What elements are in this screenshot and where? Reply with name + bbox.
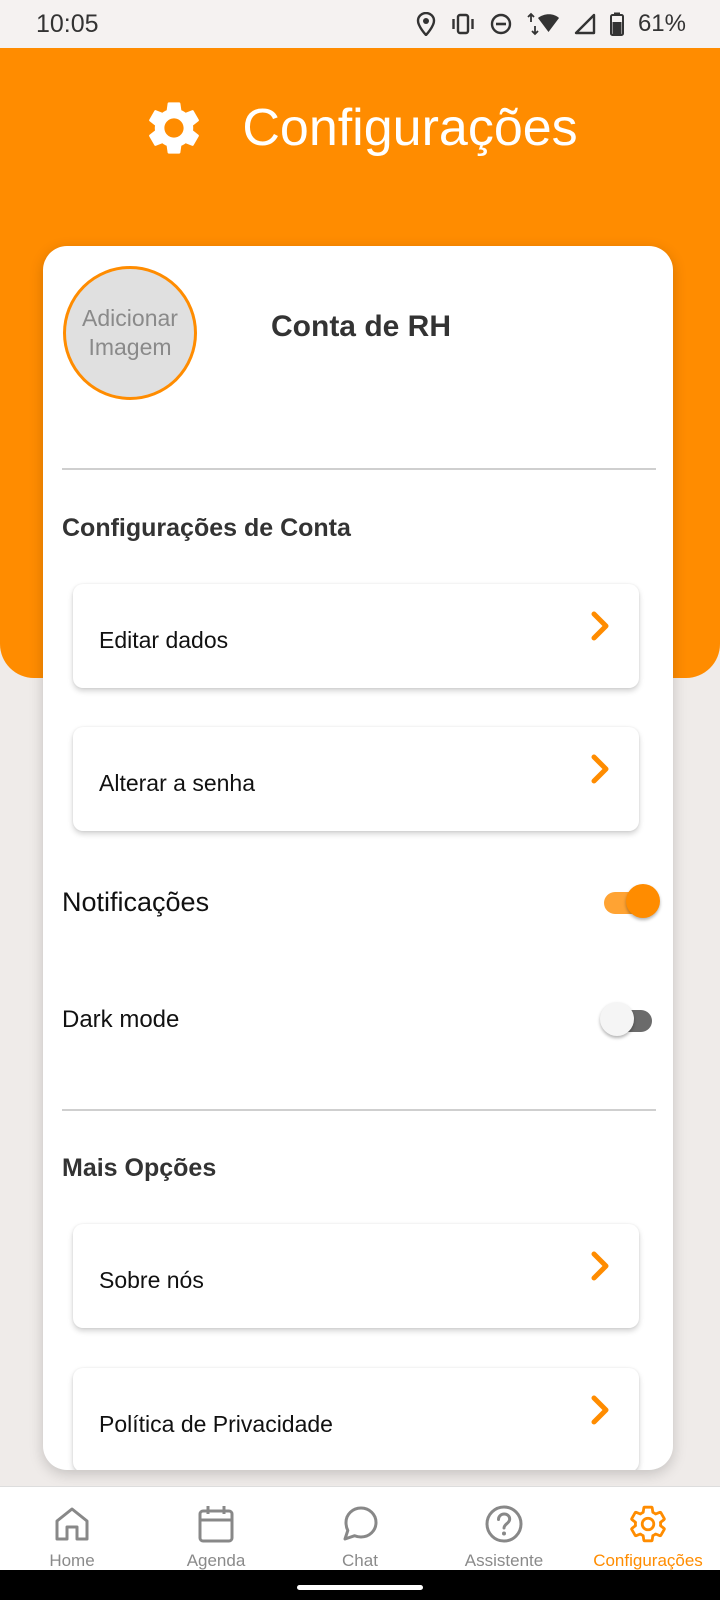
toggle-thumb [600,1002,634,1036]
section-title-account: Configurações de Conta [62,514,351,542]
section-title-more: Mais Opções [62,1154,217,1182]
header: Configurações [0,96,720,160]
help-icon [485,1505,523,1543]
chevron-right-icon [591,1251,609,1281]
signal-icon [574,13,596,35]
battery-level: 61% [637,10,686,37]
nav-label: Home [49,1551,95,1570]
home-icon [55,1507,89,1541]
divider [62,468,656,470]
gear-icon [630,1505,666,1543]
dark-mode-toggle[interactable] [600,1002,660,1038]
dark-mode-row: Dark mode [62,1002,660,1038]
toggle-thumb [626,884,660,918]
gear-icon [149,102,200,154]
vibrate-icon [452,13,474,35]
status-bar: 10:05 61% [0,0,720,48]
change-password-button[interactable]: Alterar a senha [73,727,639,831]
account-name: Conta de RH [271,310,451,343]
home-gesture-handle[interactable] [297,1585,423,1590]
chevron-right-icon [591,754,609,784]
option-label: Editar dados [99,626,229,653]
option-label: Política de Privacidade [99,1410,333,1437]
dnd-icon [490,13,512,35]
battery-icon [609,12,624,36]
divider [62,1109,656,1111]
location-icon [416,12,436,36]
avatar-placeholder-text: Adicionar Imagem [82,305,178,360]
settings-card: Adicionar Imagem Conta de RH Configuraçõ… [43,246,673,1470]
add-image-avatar[interactable]: Adicionar Imagem [63,266,197,400]
dark-mode-label: Dark mode [62,1006,180,1033]
nav-home[interactable]: Home [0,1487,144,1571]
nav-agenda[interactable]: Agenda [144,1487,288,1571]
privacy-policy-button[interactable]: Política de Privacidade [73,1368,639,1470]
nav-configuracoes[interactable]: Configurações [576,1487,720,1571]
status-time: 10:05 [36,9,99,38]
nav-label: Chat [342,1551,378,1570]
nav-label: Configurações [593,1551,703,1570]
chevron-right-icon [591,611,609,641]
wifi-icon [527,12,559,36]
page-title: Configurações [242,99,578,157]
status-icons: 61% [416,10,686,38]
notifications-label: Notificações [62,886,210,917]
nav-label: Agenda [186,1551,246,1570]
notifications-row: Notificações [62,884,660,920]
nav-assistente[interactable]: Assistente [432,1487,576,1571]
chat-icon [343,1506,378,1541]
nav-chat[interactable]: Chat [288,1487,432,1571]
nav-label: Assistente [464,1551,544,1570]
chevron-right-icon [591,1395,609,1425]
calendar-icon [198,1506,234,1543]
edit-data-button[interactable]: Editar dados [73,584,639,688]
option-label: Alterar a senha [99,769,255,796]
notifications-toggle[interactable] [600,884,660,920]
option-label: Sobre nós [99,1266,204,1293]
about-us-button[interactable]: Sobre nós [73,1224,639,1328]
